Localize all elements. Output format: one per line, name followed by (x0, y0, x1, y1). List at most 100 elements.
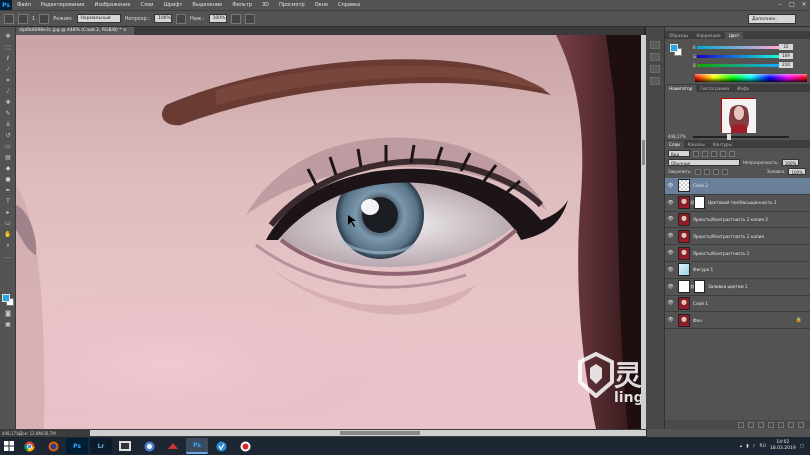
document-tab[interactable]: dip6b4698e3c.jpg @ 448% (Слой 2, RGB/8) … (16, 27, 134, 35)
filter-smart-icon[interactable] (729, 150, 735, 157)
pen-tool-icon[interactable]: ✒ (3, 187, 13, 195)
opacity-input[interactable]: 100% (153, 14, 172, 23)
navigator-zoom[interactable]: 448,17% (668, 134, 686, 139)
fill-input[interactable]: 100% (788, 168, 806, 175)
menu-3d[interactable]: 3D (257, 2, 274, 8)
layer-name[interactable]: Заливка цветом 1 (708, 284, 748, 289)
status-doc-size[interactable]: Док: 12,8М/30,7М (16, 430, 76, 436)
brush-preset-icon[interactable] (18, 13, 28, 24)
stamp-tool-icon[interactable]: ♙ (3, 121, 13, 129)
horizontal-scroll-thumb[interactable] (340, 431, 420, 435)
dodge-tool-icon[interactable]: ● (3, 176, 13, 184)
layer-name[interactable]: Фон (693, 318, 702, 323)
layer-filter-select[interactable]: Вид (668, 150, 690, 157)
visibility-eye-icon[interactable]: 👁 (665, 233, 676, 239)
filter-adjust-icon[interactable] (702, 150, 708, 157)
maximize-button[interactable]: □ (786, 0, 798, 10)
healing-tool-icon[interactable]: ✚ (3, 99, 13, 107)
menu-select[interactable]: Выделение (187, 2, 227, 8)
quick-mask-icon[interactable]: ◙ (3, 310, 13, 318)
foreground-color-swatch[interactable] (2, 294, 10, 302)
crop-tool-icon[interactable]: ⌗ (3, 77, 13, 85)
layer-row-color-fill-1[interactable]: 👁 ⛓ Заливка цветом 1 (665, 279, 810, 296)
brush-tool-icon[interactable]: ✎ (3, 110, 13, 118)
layer-mask-thumbnail[interactable] (694, 280, 705, 294)
start-button[interactable] (0, 437, 18, 455)
pressure-size-icon[interactable] (244, 13, 255, 24)
navigator-zoom-slider[interactable] (693, 136, 789, 138)
lock-pixels-icon[interactable] (703, 168, 710, 175)
layer-name[interactable]: Цветовой тон/Насыщенность 1 (708, 200, 777, 205)
minimize-button[interactable]: – (774, 0, 786, 10)
tab-paths[interactable]: Контуры (709, 141, 736, 148)
layer-name[interactable]: Яркость/Контрастность 2 копия 2 (693, 217, 768, 222)
menu-window[interactable]: Окно (310, 2, 333, 8)
blend-mode-select[interactable]: Обычные (668, 159, 740, 166)
taskbar-photoshop-active[interactable]: Ps (186, 438, 208, 454)
trash-icon[interactable] (798, 421, 804, 428)
new-group-icon[interactable] (778, 421, 784, 428)
hand-tool-icon[interactable]: ✋ (3, 231, 13, 239)
document-tab-close-icon[interactable]: × (123, 28, 127, 33)
gradient-tool-icon[interactable]: ▤ (3, 154, 13, 162)
visibility-eye-icon[interactable]: 👁 (665, 183, 676, 189)
layer-name[interactable]: Фигура 1 (693, 267, 713, 272)
tab-info[interactable]: Инфо (733, 85, 753, 92)
brush-tool-icon[interactable] (4, 13, 14, 24)
add-mask-icon[interactable] (758, 421, 764, 428)
screen-mode-icon[interactable]: ▣ (3, 321, 13, 329)
layer-row-shape-1[interactable]: 👁 Фигура 1 (665, 262, 810, 279)
layer-name[interactable]: Яркость/Контрастность 2 копия (693, 234, 764, 239)
language-indicator[interactable]: RU (760, 444, 766, 449)
zoom-tool-icon[interactable]: ⌕ (3, 242, 13, 250)
color-value-r[interactable]: 22 (779, 44, 793, 50)
taskbar-app[interactable] (210, 438, 232, 454)
menu-help[interactable]: Справка (333, 2, 365, 8)
lock-all-icon[interactable] (721, 168, 728, 175)
quick-select-tool-icon[interactable]: ⁄ (3, 66, 13, 74)
taskbar-chrome[interactable] (18, 438, 40, 454)
color-track-r[interactable] (697, 45, 779, 49)
move-tool-icon[interactable]: ✥ (3, 33, 13, 41)
volume-icon[interactable]: ♪ (753, 444, 756, 449)
path-select-tool-icon[interactable]: ▸ (3, 209, 13, 217)
menu-image[interactable]: Изображение (89, 2, 135, 8)
taskbar-recorder[interactable] (234, 438, 256, 454)
color-slider-r[interactable]: R (693, 44, 779, 50)
new-layer-icon[interactable] (788, 421, 794, 428)
taskbar-tool[interactable] (162, 438, 184, 454)
visibility-eye-icon[interactable]: 👁 (665, 300, 676, 306)
lasso-tool-icon[interactable]: ℓ (3, 55, 13, 63)
layer-row-background[interactable]: 👁 Фон 🔒 (665, 312, 810, 330)
layer-mask-thumbnail[interactable] (694, 196, 705, 210)
tab-navigator[interactable]: Навигатор (665, 85, 697, 92)
color-slider-b[interactable]: B (693, 62, 779, 68)
navigator-preview[interactable] (721, 98, 756, 133)
layer-name[interactable]: Слой 2 (693, 183, 708, 188)
visibility-eye-icon[interactable]: 👁 (665, 317, 676, 323)
tab-channels[interactable]: Каналы (684, 141, 709, 148)
layer-opacity-input[interactable]: 100% (781, 159, 800, 166)
visibility-eye-icon[interactable]: 👁 (665, 267, 676, 273)
color-value-b[interactable]: 210 (779, 62, 793, 68)
layer-row-sloy-2[interactable]: 👁 Слой 2 (665, 178, 810, 195)
layer-row-brightness-contrast-2-copy-2[interactable]: 👁 Яркость/Контрастность 2 копия 2 (665, 212, 810, 229)
tab-color[interactable]: Цвет (724, 32, 744, 39)
menu-file[interactable]: Файл (12, 2, 36, 8)
adjustment-layer-icon[interactable] (768, 421, 774, 428)
horizontal-scrollbar[interactable] (90, 430, 646, 436)
visibility-eye-icon[interactable]: 👁 (665, 250, 676, 256)
tray-expand-icon[interactable]: ▴ (740, 444, 742, 449)
status-zoom[interactable]: 448,17% (0, 431, 20, 436)
lock-transparent-icon[interactable] (694, 168, 701, 175)
workspace-select[interactable]: Дополнен. (748, 14, 796, 24)
airbrush-icon[interactable] (230, 13, 241, 24)
layer-name[interactable]: Слой 1 (693, 301, 708, 306)
fx-icon[interactable] (748, 421, 754, 428)
menu-edit[interactable]: Редактирование (36, 2, 90, 8)
tab-adjustments[interactable]: Коррекция (693, 32, 725, 39)
taskbar-photoshop[interactable]: Ps (66, 438, 88, 454)
taskbar-chat[interactable] (138, 438, 160, 454)
layer-row-brightness-contrast-2-copy[interactable]: 👁 Яркость/Контрастность 2 копия (665, 228, 810, 246)
notifications-icon[interactable]: ▢ (800, 444, 804, 449)
